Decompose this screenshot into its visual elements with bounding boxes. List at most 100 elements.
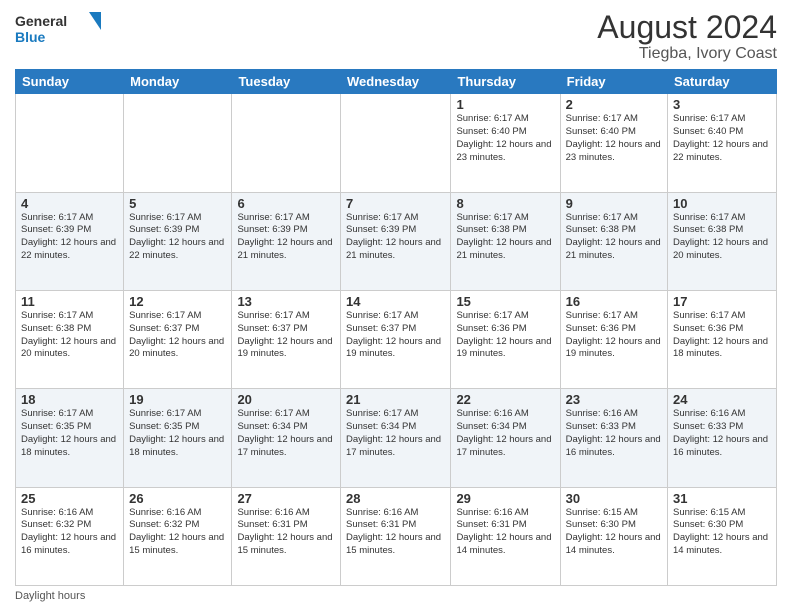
- calendar-day-cell: 4Sunrise: 6:17 AM Sunset: 6:39 PM Daylig…: [16, 192, 124, 290]
- day-info: Sunrise: 6:16 AM Sunset: 6:31 PM Dayligh…: [237, 507, 335, 558]
- calendar-day-cell: [16, 94, 124, 192]
- calendar-day-cell: 16Sunrise: 6:17 AM Sunset: 6:36 PM Dayli…: [560, 290, 667, 388]
- calendar-week-row: 11Sunrise: 6:17 AM Sunset: 6:38 PM Dayli…: [16, 290, 777, 388]
- calendar-header-row: SundayMondayTuesdayWednesdayThursdayFrid…: [16, 70, 777, 94]
- day-number: 13: [237, 294, 335, 309]
- svg-text:Blue: Blue: [15, 29, 46, 45]
- calendar-day-cell: 17Sunrise: 6:17 AM Sunset: 6:36 PM Dayli…: [668, 290, 777, 388]
- day-info: Sunrise: 6:17 AM Sunset: 6:37 PM Dayligh…: [129, 310, 226, 361]
- day-number: 3: [673, 97, 771, 112]
- calendar-day-cell: 6Sunrise: 6:17 AM Sunset: 6:39 PM Daylig…: [232, 192, 341, 290]
- day-number: 6: [237, 196, 335, 211]
- svg-text:General: General: [15, 13, 67, 29]
- calendar-day-cell: 7Sunrise: 6:17 AM Sunset: 6:39 PM Daylig…: [341, 192, 451, 290]
- day-number: 20: [237, 392, 335, 407]
- day-number: 10: [673, 196, 771, 211]
- calendar-day-cell: 30Sunrise: 6:15 AM Sunset: 6:30 PM Dayli…: [560, 487, 667, 585]
- page-subtitle: Tiegba, Ivory Coast: [597, 45, 777, 63]
- calendar-day-cell: 1Sunrise: 6:17 AM Sunset: 6:40 PM Daylig…: [451, 94, 560, 192]
- calendar-day-cell: 5Sunrise: 6:17 AM Sunset: 6:39 PM Daylig…: [124, 192, 232, 290]
- calendar-day-cell: 13Sunrise: 6:17 AM Sunset: 6:37 PM Dayli…: [232, 290, 341, 388]
- day-number: 19: [129, 392, 226, 407]
- calendar-day-cell: 28Sunrise: 6:16 AM Sunset: 6:31 PM Dayli…: [341, 487, 451, 585]
- calendar-day-cell: 22Sunrise: 6:16 AM Sunset: 6:34 PM Dayli…: [451, 389, 560, 487]
- day-info: Sunrise: 6:16 AM Sunset: 6:32 PM Dayligh…: [21, 507, 118, 558]
- day-number: 9: [566, 196, 662, 211]
- day-info: Sunrise: 6:17 AM Sunset: 6:39 PM Dayligh…: [237, 212, 335, 263]
- day-number: 15: [456, 294, 554, 309]
- day-info: Sunrise: 6:17 AM Sunset: 6:38 PM Dayligh…: [456, 212, 554, 263]
- day-info: Sunrise: 6:17 AM Sunset: 6:38 PM Dayligh…: [673, 212, 771, 263]
- day-info: Sunrise: 6:17 AM Sunset: 6:35 PM Dayligh…: [129, 408, 226, 459]
- day-info: Sunrise: 6:16 AM Sunset: 6:31 PM Dayligh…: [346, 507, 445, 558]
- day-number: 21: [346, 392, 445, 407]
- page-title: August 2024: [597, 10, 777, 45]
- day-info: Sunrise: 6:17 AM Sunset: 6:40 PM Dayligh…: [456, 113, 554, 164]
- day-number: 24: [673, 392, 771, 407]
- calendar-day-header: Friday: [560, 70, 667, 94]
- day-number: 8: [456, 196, 554, 211]
- calendar-week-row: 18Sunrise: 6:17 AM Sunset: 6:35 PM Dayli…: [16, 389, 777, 487]
- calendar-week-row: 4Sunrise: 6:17 AM Sunset: 6:39 PM Daylig…: [16, 192, 777, 290]
- day-number: 18: [21, 392, 118, 407]
- day-number: 16: [566, 294, 662, 309]
- day-number: 4: [21, 196, 118, 211]
- calendar-day-cell: 25Sunrise: 6:16 AM Sunset: 6:32 PM Dayli…: [16, 487, 124, 585]
- calendar-body: 1Sunrise: 6:17 AM Sunset: 6:40 PM Daylig…: [16, 94, 777, 586]
- day-number: 26: [129, 491, 226, 506]
- day-info: Sunrise: 6:15 AM Sunset: 6:30 PM Dayligh…: [566, 507, 662, 558]
- day-info: Sunrise: 6:16 AM Sunset: 6:31 PM Dayligh…: [456, 507, 554, 558]
- calendar-day-header: Thursday: [451, 70, 560, 94]
- calendar-day-cell: 3Sunrise: 6:17 AM Sunset: 6:40 PM Daylig…: [668, 94, 777, 192]
- calendar-day-cell: 27Sunrise: 6:16 AM Sunset: 6:31 PM Dayli…: [232, 487, 341, 585]
- day-number: 12: [129, 294, 226, 309]
- day-number: 2: [566, 97, 662, 112]
- day-info: Sunrise: 6:16 AM Sunset: 6:33 PM Dayligh…: [566, 408, 662, 459]
- calendar-day-cell: 20Sunrise: 6:17 AM Sunset: 6:34 PM Dayli…: [232, 389, 341, 487]
- calendar-day-cell: [341, 94, 451, 192]
- calendar-day-cell: 26Sunrise: 6:16 AM Sunset: 6:32 PM Dayli…: [124, 487, 232, 585]
- logo: General Blue: [15, 10, 105, 48]
- day-info: Sunrise: 6:17 AM Sunset: 6:34 PM Dayligh…: [237, 408, 335, 459]
- calendar-day-cell: 19Sunrise: 6:17 AM Sunset: 6:35 PM Dayli…: [124, 389, 232, 487]
- day-number: 11: [21, 294, 118, 309]
- header: General Blue August 2024 Tiegba, Ivory C…: [15, 10, 777, 63]
- calendar-day-cell: 14Sunrise: 6:17 AM Sunset: 6:37 PM Dayli…: [341, 290, 451, 388]
- calendar-day-cell: 12Sunrise: 6:17 AM Sunset: 6:37 PM Dayli…: [124, 290, 232, 388]
- calendar-day-cell: 31Sunrise: 6:15 AM Sunset: 6:30 PM Dayli…: [668, 487, 777, 585]
- calendar-day-header: Sunday: [16, 70, 124, 94]
- day-number: 30: [566, 491, 662, 506]
- day-info: Sunrise: 6:17 AM Sunset: 6:40 PM Dayligh…: [566, 113, 662, 164]
- day-info: Sunrise: 6:17 AM Sunset: 6:35 PM Dayligh…: [21, 408, 118, 459]
- day-info: Sunrise: 6:17 AM Sunset: 6:36 PM Dayligh…: [673, 310, 771, 361]
- calendar-table: SundayMondayTuesdayWednesdayThursdayFrid…: [15, 69, 777, 586]
- day-info: Sunrise: 6:17 AM Sunset: 6:40 PM Dayligh…: [673, 113, 771, 164]
- calendar-day-cell: 15Sunrise: 6:17 AM Sunset: 6:36 PM Dayli…: [451, 290, 560, 388]
- calendar-day-cell: 10Sunrise: 6:17 AM Sunset: 6:38 PM Dayli…: [668, 192, 777, 290]
- calendar-day-cell: 9Sunrise: 6:17 AM Sunset: 6:38 PM Daylig…: [560, 192, 667, 290]
- day-info: Sunrise: 6:17 AM Sunset: 6:36 PM Dayligh…: [566, 310, 662, 361]
- day-number: 29: [456, 491, 554, 506]
- footer-note: Daylight hours: [15, 590, 777, 602]
- day-number: 1: [456, 97, 554, 112]
- day-number: 23: [566, 392, 662, 407]
- calendar-day-cell: 18Sunrise: 6:17 AM Sunset: 6:35 PM Dayli…: [16, 389, 124, 487]
- day-info: Sunrise: 6:17 AM Sunset: 6:34 PM Dayligh…: [346, 408, 445, 459]
- day-info: Sunrise: 6:16 AM Sunset: 6:33 PM Dayligh…: [673, 408, 771, 459]
- day-number: 17: [673, 294, 771, 309]
- calendar-day-cell: 11Sunrise: 6:17 AM Sunset: 6:38 PM Dayli…: [16, 290, 124, 388]
- day-number: 28: [346, 491, 445, 506]
- day-info: Sunrise: 6:16 AM Sunset: 6:34 PM Dayligh…: [456, 408, 554, 459]
- day-number: 5: [129, 196, 226, 211]
- calendar-day-cell: 2Sunrise: 6:17 AM Sunset: 6:40 PM Daylig…: [560, 94, 667, 192]
- day-info: Sunrise: 6:17 AM Sunset: 6:39 PM Dayligh…: [346, 212, 445, 263]
- day-number: 25: [21, 491, 118, 506]
- day-info: Sunrise: 6:17 AM Sunset: 6:39 PM Dayligh…: [129, 212, 226, 263]
- calendar-day-cell: 8Sunrise: 6:17 AM Sunset: 6:38 PM Daylig…: [451, 192, 560, 290]
- calendar-day-header: Tuesday: [232, 70, 341, 94]
- day-info: Sunrise: 6:17 AM Sunset: 6:38 PM Dayligh…: [21, 310, 118, 361]
- title-block: August 2024 Tiegba, Ivory Coast: [597, 10, 777, 63]
- day-info: Sunrise: 6:17 AM Sunset: 6:39 PM Dayligh…: [21, 212, 118, 263]
- day-info: Sunrise: 6:17 AM Sunset: 6:38 PM Dayligh…: [566, 212, 662, 263]
- calendar-week-row: 25Sunrise: 6:16 AM Sunset: 6:32 PM Dayli…: [16, 487, 777, 585]
